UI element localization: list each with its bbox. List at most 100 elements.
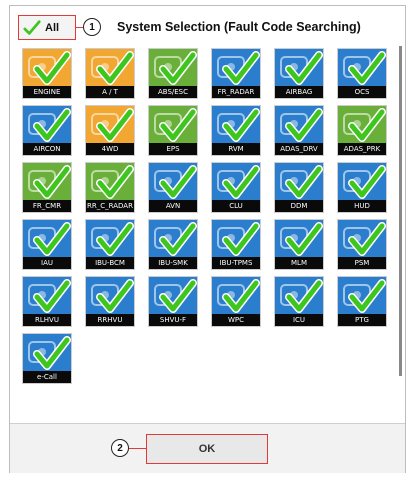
system-tile[interactable]: MLM <box>274 219 324 270</box>
system-tile-label: A / T <box>86 86 134 98</box>
system-tile[interactable]: OCS <box>337 48 387 99</box>
checkmark-icon <box>33 336 71 370</box>
checkmark-icon <box>96 51 134 85</box>
system-tile[interactable]: CLU <box>211 162 261 213</box>
checkmark-icon <box>159 108 197 142</box>
system-tile[interactable]: ADAS_PRK <box>337 105 387 156</box>
system-tile-label: PTG <box>338 314 386 326</box>
checkmark-icon <box>285 279 323 313</box>
checkmark-icon <box>33 108 71 142</box>
dialog-footer: 2 OK <box>10 424 405 473</box>
system-tile[interactable]: SHVU-F <box>148 276 198 327</box>
checkmark-icon <box>285 165 323 199</box>
system-tile-label: FR_CMR <box>23 200 71 212</box>
checkmark-icon <box>285 222 323 256</box>
checkmark-icon <box>96 165 134 199</box>
system-tile-label: ADAS_PRK <box>338 143 386 155</box>
system-tile[interactable]: e-Call <box>22 333 72 384</box>
system-tile-label: ICU <box>275 314 323 326</box>
system-tile[interactable]: PTG <box>337 276 387 327</box>
system-tile-label: ABS/ESC <box>149 86 197 98</box>
callout-marker-1: 1 <box>83 18 101 36</box>
checkmark-icon <box>33 165 71 199</box>
system-tile[interactable]: FR_CMR <box>22 162 72 213</box>
system-tile[interactable]: A / T <box>85 48 135 99</box>
checkmark-icon <box>96 279 134 313</box>
system-tile[interactable]: RVM <box>211 105 261 156</box>
system-tile-label: AIRCON <box>23 143 71 155</box>
system-tile-label: ENGINE <box>23 86 71 98</box>
system-tile-label: 4WD <box>86 143 134 155</box>
system-tile-label: SHVU-F <box>149 314 197 326</box>
system-tile[interactable]: ENGINE <box>22 48 72 99</box>
system-tile-label: RLHVU <box>23 314 71 326</box>
checkmark-icon <box>222 108 260 142</box>
system-tile[interactable]: AVN <box>148 162 198 213</box>
system-tile[interactable]: RRHVU <box>85 276 135 327</box>
checkmark-icon <box>222 279 260 313</box>
ok-button[interactable]: OK <box>146 434 268 464</box>
system-tile-label: IBU-TPMS <box>212 257 260 269</box>
select-all-button[interactable]: All <box>18 15 76 40</box>
checkmark-icon <box>222 222 260 256</box>
system-tile[interactable]: IBU-TPMS <box>211 219 261 270</box>
system-tile-label: FR_RADAR <box>212 86 260 98</box>
checkmark-icon <box>33 279 71 313</box>
system-tile-label: EPS <box>149 143 197 155</box>
system-tile-label: HUD <box>338 200 386 212</box>
dialog-title: System Selection (Fault Code Searching) <box>117 20 361 34</box>
system-tile[interactable]: ABS/ESC <box>148 48 198 99</box>
checkmark-icon <box>222 51 260 85</box>
check-icon <box>23 19 41 35</box>
system-tile[interactable]: EPS <box>148 105 198 156</box>
checkmark-icon <box>285 108 323 142</box>
system-tile-label: AIRBAG <box>275 86 323 98</box>
system-tile[interactable]: ICU <box>274 276 324 327</box>
system-tile-label: e-Call <box>23 371 71 383</box>
system-tile[interactable]: RLHVU <box>22 276 72 327</box>
checkmark-icon <box>348 222 386 256</box>
system-tile-label: OCS <box>338 86 386 98</box>
checkmark-icon <box>33 222 71 256</box>
system-tile-label: MLM <box>275 257 323 269</box>
checkmark-icon <box>159 51 197 85</box>
system-tile[interactable]: AIRBAG <box>274 48 324 99</box>
checkmark-icon <box>96 222 134 256</box>
scrollbar[interactable] <box>399 46 402 376</box>
system-tile[interactable]: ADAS_DRV <box>274 105 324 156</box>
system-tile[interactable]: RR_C_RADAR <box>85 162 135 213</box>
checkmark-icon <box>348 51 386 85</box>
checkmark-icon <box>348 279 386 313</box>
system-tile[interactable]: AIRCON <box>22 105 72 156</box>
system-tile-label: IAU <box>23 257 71 269</box>
system-tile-label: IBU-SMK <box>149 257 197 269</box>
checkmark-icon <box>348 108 386 142</box>
system-tile-label: RRHVU <box>86 314 134 326</box>
dialog-header: All 1 System Selection (Fault Code Searc… <box>10 6 405 46</box>
system-tile-label: PSM <box>338 257 386 269</box>
checkmark-icon <box>222 165 260 199</box>
callout-connector <box>76 27 83 28</box>
system-tile-label: ADAS_DRV <box>275 143 323 155</box>
system-tile-label: WPC <box>212 314 260 326</box>
system-tile[interactable]: DDM <box>274 162 324 213</box>
system-tile-label: DDM <box>275 200 323 212</box>
system-tile[interactable]: FR_RADAR <box>211 48 261 99</box>
checkmark-icon <box>33 51 71 85</box>
checkmark-icon <box>159 222 197 256</box>
system-tile-label: RVM <box>212 143 260 155</box>
checkmark-icon <box>159 279 197 313</box>
system-tile-label: IBU-BCM <box>86 257 134 269</box>
system-tile[interactable]: IBU-BCM <box>85 219 135 270</box>
system-tile[interactable]: IAU <box>22 219 72 270</box>
callout-connector <box>129 448 146 449</box>
checkmark-icon <box>159 165 197 199</box>
checkmark-icon <box>285 51 323 85</box>
system-tile-label: RR_C_RADAR <box>86 200 134 212</box>
checkmark-icon <box>96 108 134 142</box>
system-tile[interactable]: IBU-SMK <box>148 219 198 270</box>
system-tile[interactable]: HUD <box>337 162 387 213</box>
system-tile[interactable]: 4WD <box>85 105 135 156</box>
system-tile[interactable]: WPC <box>211 276 261 327</box>
system-tile[interactable]: PSM <box>337 219 387 270</box>
